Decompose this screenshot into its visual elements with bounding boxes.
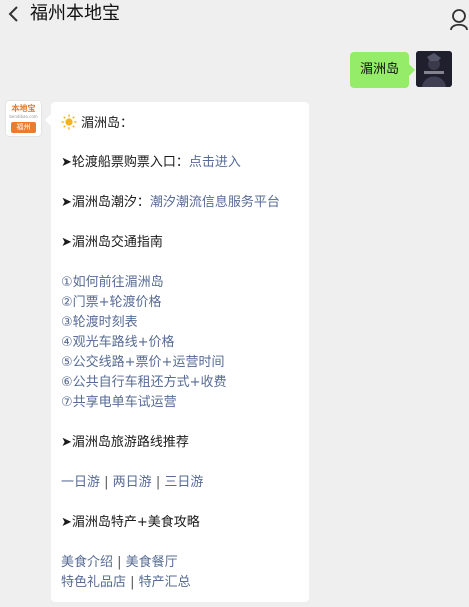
food-heading: ➤湄洲岛特产+美食攻略 xyxy=(61,515,200,530)
profile-button[interactable] xyxy=(449,8,469,31)
top-bar: 福州本地宝 xyxy=(0,0,469,31)
food-links-line-1: 美食介绍 | 美食餐厅 xyxy=(61,554,178,572)
tide-link[interactable]: 潮汐潮流信息服务平台 xyxy=(150,195,280,210)
tide-line: ➤湄洲岛潮汐：潮汐潮流信息服务平台 xyxy=(61,194,280,212)
avatar-domain-text: bendibao.com xyxy=(9,114,38,119)
ticket-label: ➤轮渡船票购票入口： xyxy=(61,155,189,170)
chevron-left-icon xyxy=(8,6,18,22)
route-links-line: 一日游 | 两日游 | 三日游 xyxy=(61,474,203,492)
food-link-intro[interactable]: 美食介绍 xyxy=(61,555,113,570)
food-links-line-2: 特色礼品店 | 特产汇总 xyxy=(61,574,191,592)
tide-label: ➤湄洲岛潮汐： xyxy=(61,195,150,210)
transport-link-3[interactable]: ③轮渡时刻表 xyxy=(61,314,138,332)
transport-link-6[interactable]: ⑥公共自行车租还方式+收费 xyxy=(61,374,227,392)
food-link-gift-shops[interactable]: 特色礼品店 xyxy=(61,575,126,590)
transport-link-2[interactable]: ②门票+轮渡价格 xyxy=(61,294,162,312)
transport-heading: ➤湄洲岛交通指南 xyxy=(61,235,163,250)
route-link-three-day[interactable]: 三日游 xyxy=(164,475,203,490)
separator: | xyxy=(151,475,165,490)
route-link-two-day[interactable]: 两日游 xyxy=(113,475,152,490)
back-button[interactable] xyxy=(6,3,22,25)
reply-message: 湄洲岛： ➤轮渡船票购票入口：点击进入 ➤湄洲岛潮汐：潮汐潮流信息服务平台 ➤湄… xyxy=(45,102,309,602)
separator: | xyxy=(126,575,139,590)
ticket-line: ➤轮渡船票购票入口：点击进入 xyxy=(61,154,241,172)
food-link-restaurants[interactable]: 美食餐厅 xyxy=(126,555,178,570)
reply-heading-line: 湄洲岛： xyxy=(61,114,133,133)
person-icon xyxy=(450,9,468,31)
food-link-specialties[interactable]: 特产汇总 xyxy=(139,575,191,590)
separator: | xyxy=(100,475,113,490)
reply-heading: 湄洲岛： xyxy=(81,116,134,131)
transport-link-5[interactable]: ⑤公交线路+票价+运营时间 xyxy=(61,354,224,372)
route-heading: ➤湄洲岛旅游路线推荐 xyxy=(61,435,189,450)
transport-link-1[interactable]: ①如何前往湄洲岛 xyxy=(61,274,164,292)
my-avatar[interactable] xyxy=(416,51,452,87)
transport-link-4[interactable]: ④观光车路线+价格 xyxy=(61,334,175,352)
avatar-city-badge: 福州 xyxy=(11,122,36,133)
route-link-one-day[interactable]: 一日游 xyxy=(61,475,100,490)
ticket-link[interactable]: 点击进入 xyxy=(189,155,241,170)
outgoing-message: 湄洲岛 xyxy=(349,52,416,88)
bot-avatar[interactable]: 本地宝 bendibao.com 福州 xyxy=(5,100,42,137)
sun-icon xyxy=(61,114,77,130)
outgoing-bubble[interactable]: 湄洲岛 xyxy=(349,52,416,88)
avatar-image xyxy=(416,51,452,87)
avatar-logo-text: 本地宝 xyxy=(11,104,36,113)
transport-link-7[interactable]: ⑦共享电单车试运营 xyxy=(61,394,177,412)
separator: | xyxy=(113,555,126,570)
chat-title: 福州本地宝 xyxy=(30,3,120,24)
